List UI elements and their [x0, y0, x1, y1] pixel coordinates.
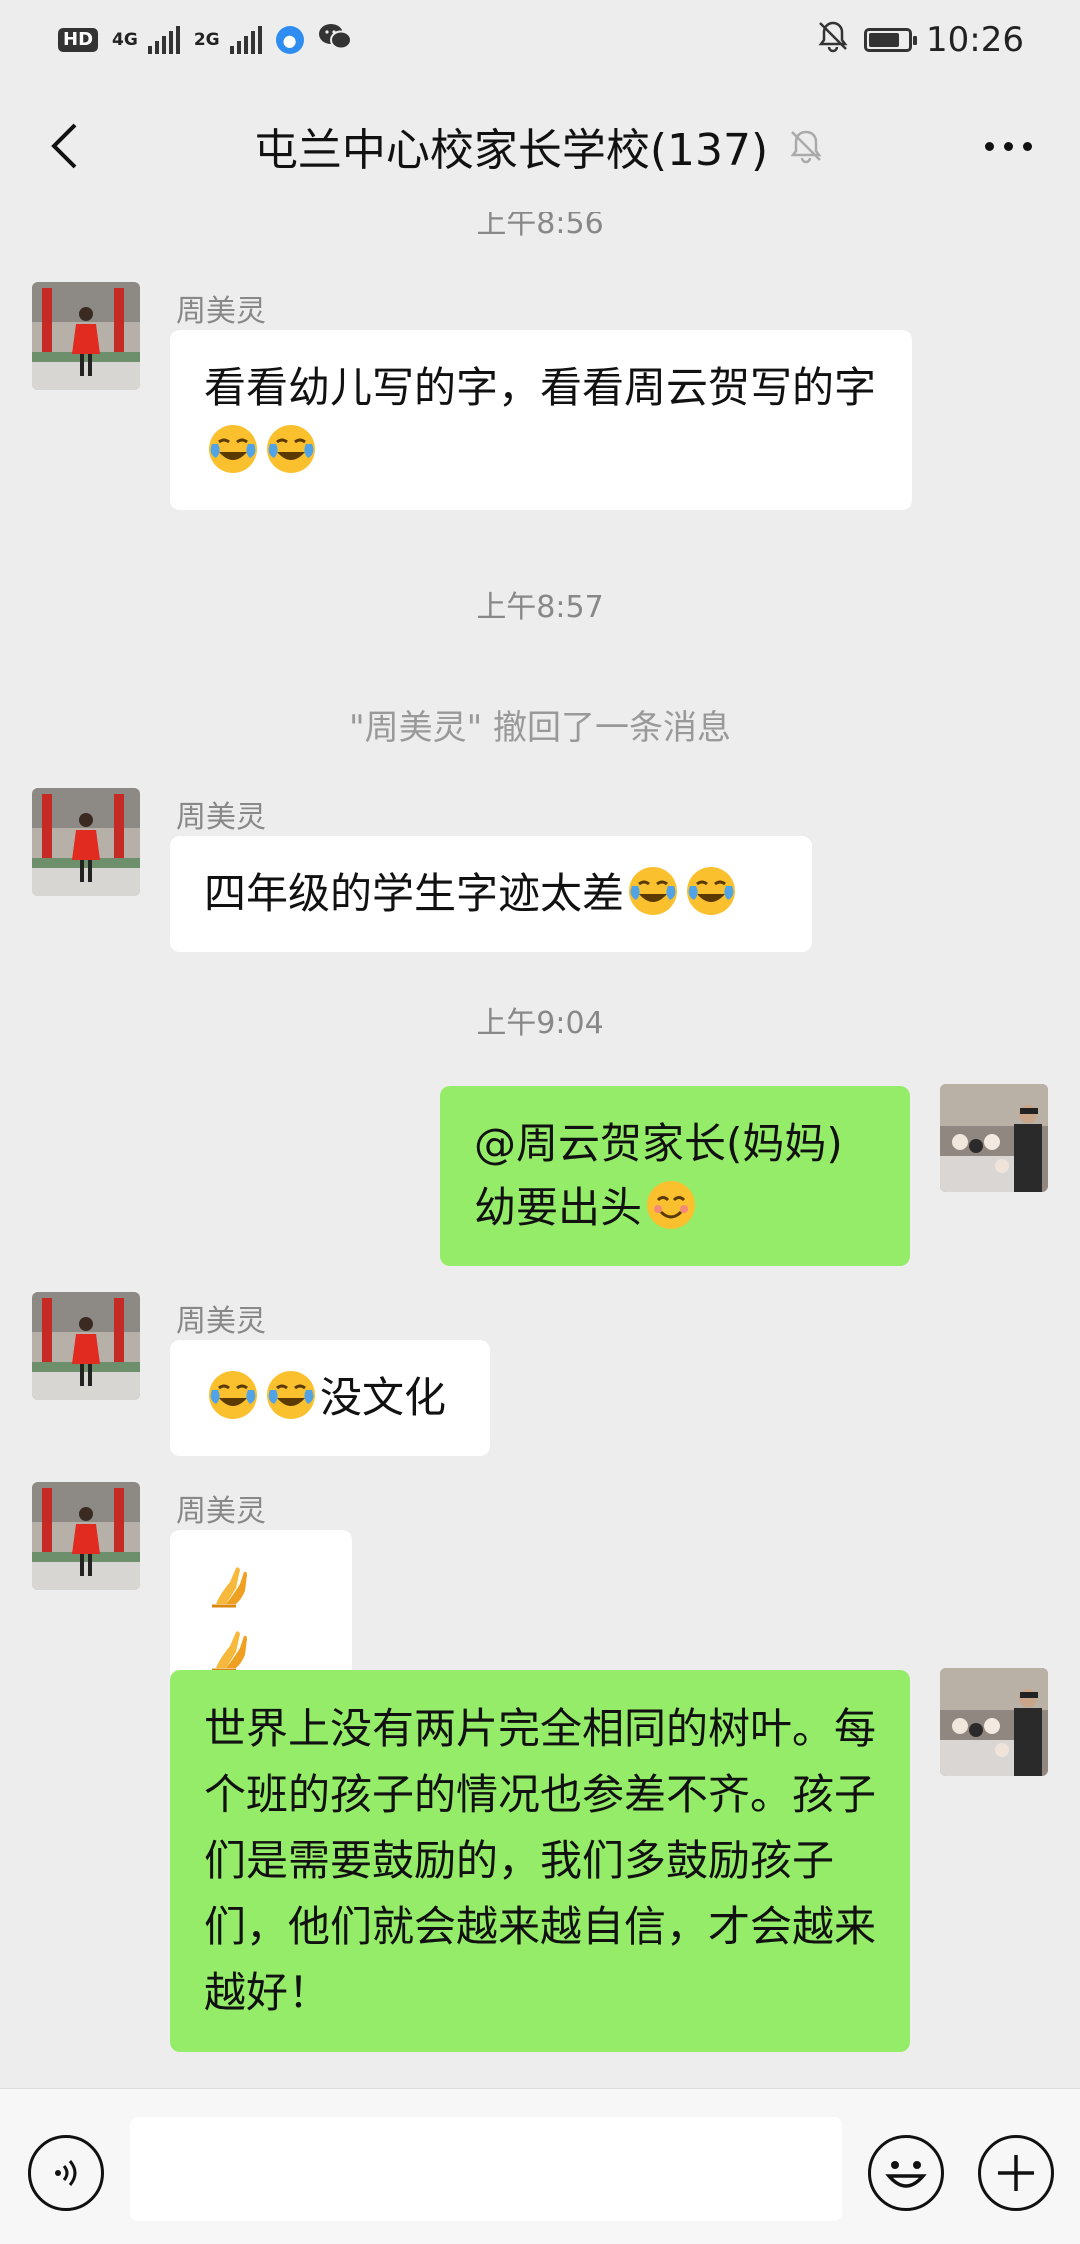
status-right: 10:26 [816, 19, 1024, 62]
mute-icon [786, 126, 826, 166]
network-2g-label: 2G [193, 29, 220, 50]
message-input[interactable] [130, 2117, 842, 2221]
message-text-line1: @周云贺家长(妈妈) [474, 1119, 843, 1168]
timestamp: 上午8:57 [476, 590, 604, 625]
browser-app-icon: ● [275, 26, 304, 54]
avatar-zhoumeiling[interactable] [32, 282, 140, 390]
timestamp: 上午9:04 [476, 1006, 604, 1041]
timestamp-partial: 上午8:56 [476, 212, 604, 241]
pray-emoji [206, 1558, 260, 1612]
battery-icon [864, 28, 918, 52]
message-bubble-1[interactable]: 看看幼儿写的字，看看周云贺写的字 [170, 330, 912, 510]
laugh-cry-emoji [264, 422, 318, 476]
status-left: HD 4G 2G ● [58, 22, 352, 59]
message-text: 世界上没有两片完全相同的树叶。每个班的孩子的情况也参差不齐。孩子们是需要鼓励的，… [204, 1704, 877, 2017]
message-text: 看看幼儿写的字，看看周云贺写的字 [204, 363, 877, 412]
laugh-cry-emoji [206, 422, 260, 476]
avatar-self[interactable] [940, 1668, 1048, 1776]
laugh-cry-emoji [626, 864, 680, 918]
message-bubble-3-outgoing[interactable]: @周云贺家长(妈妈) 幼要出头 [440, 1086, 910, 1266]
network-4g-label: 4G [112, 29, 138, 50]
sender-name: 周美灵 [176, 1304, 266, 1339]
more-icon[interactable] [976, 122, 1040, 170]
avatar-zhoumeiling[interactable] [32, 788, 140, 896]
chat-title: 屯兰中心校家长学校(137) [0, 80, 1080, 212]
message-list[interactable]: 上午8:56 周美灵 看看幼儿写的字，看看周云贺写的字 上午8:57 "周美灵"… [0, 212, 1080, 2088]
avatar-zhoumeiling[interactable] [32, 1482, 140, 1590]
hd-badge: HD [58, 28, 99, 52]
sender-name: 周美灵 [176, 294, 266, 329]
message-text-line2: 幼要出头 [474, 1183, 643, 1232]
signal-2g-icon [229, 26, 262, 54]
status-bar: HD 4G 2G ● 10:26 [0, 0, 1080, 80]
chat-header: 屯兰中心校家长学校(137) [0, 80, 1080, 212]
recall-notice: "周美灵" 撤回了一条消息 [348, 708, 732, 748]
avatar-zhoumeiling[interactable] [32, 1292, 140, 1400]
bell-off-icon [816, 19, 850, 62]
message-text: 没文化 [320, 1373, 447, 1422]
chat-title-text: 屯兰中心校家长学校(137) [253, 125, 769, 176]
clock: 10:26 [926, 20, 1024, 60]
signal-4g-icon [147, 26, 180, 54]
voice-icon[interactable] [28, 2135, 104, 2211]
sender-name: 周美灵 [176, 800, 266, 835]
smile-emoji [644, 1178, 698, 1232]
wechat-notification-icon [318, 22, 352, 59]
message-bubble-6-outgoing[interactable]: 世界上没有两片完全相同的树叶。每个班的孩子的情况也参差不齐。孩子们是需要鼓励的，… [170, 1670, 910, 2052]
plus-icon[interactable] [978, 2135, 1054, 2211]
sender-name: 周美灵 [176, 1494, 266, 1529]
laugh-cry-emoji [206, 1368, 260, 1422]
laugh-cry-emoji [264, 1368, 318, 1422]
message-bubble-2[interactable]: 四年级的学生字迹太差 [170, 836, 812, 952]
message-text: 四年级的学生字迹太差 [204, 869, 625, 918]
input-bar [0, 2088, 1080, 2244]
avatar-self[interactable] [940, 1084, 1048, 1192]
laugh-cry-emoji [684, 864, 738, 918]
pray-emoji [206, 1622, 260, 1676]
emoji-icon[interactable] [868, 2135, 944, 2211]
message-bubble-4[interactable]: 没文化 [170, 1340, 490, 1456]
battery-fill [869, 33, 900, 47]
